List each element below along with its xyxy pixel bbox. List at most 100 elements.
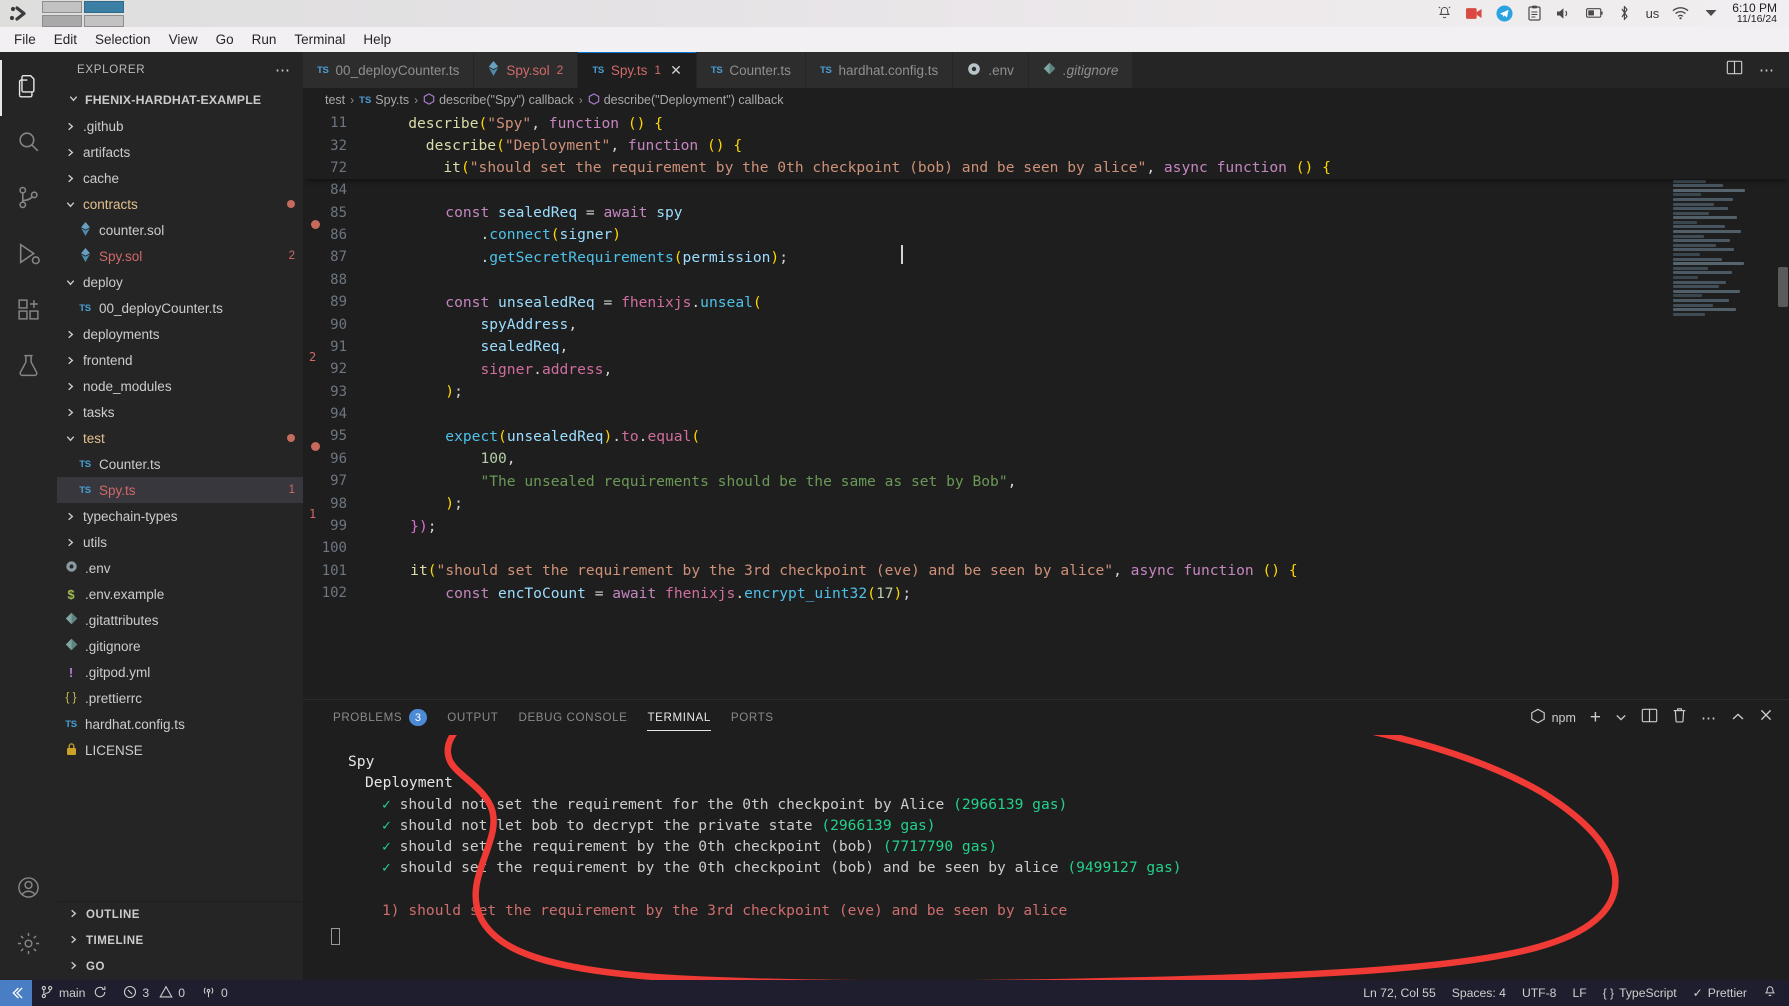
clipboard-icon[interactable] [1526,5,1543,22]
editor-tab-spy-ts[interactable]: TS Spy.ts 1 ✕ [578,52,697,88]
editor-scrollbar[interactable] [1775,112,1789,699]
status-branch[interactable]: main [32,980,115,1006]
breakpoint-glyph[interactable] [311,442,320,451]
split-terminal-icon[interactable] [1641,707,1658,729]
window-tiles-icon[interactable] [42,0,124,27]
tab-close-icon[interactable]: ✕ [670,62,682,79]
menu-view[interactable]: View [161,30,206,49]
code-line[interactable]: 101 it("should set the requirement by th… [303,560,1789,582]
activity-run-debug[interactable] [0,228,57,284]
telegram-icon[interactable] [1496,5,1513,22]
tree-item-counter-sol[interactable]: counter.sol [57,217,303,243]
tree-item-counter-ts[interactable]: TS Counter.ts [57,451,303,477]
tree-item-contracts[interactable]: contracts [57,191,303,217]
code-line[interactable]: 86 .connect(signer) [303,224,1789,246]
menu-run[interactable]: Run [244,30,285,49]
tree-item-utils[interactable]: utils [57,529,303,555]
editor-tab-spy-sol[interactable]: Spy.sol 2 [474,52,579,88]
tree-item-00-deploycounter-ts[interactable]: TS 00_deployCounter.ts [57,295,303,321]
code-line[interactable]: 87 .getSecretRequirements(permission); [303,246,1789,268]
code-line[interactable]: 94 [303,403,1789,425]
tree-item-artifacts[interactable]: artifacts [57,139,303,165]
status-errors[interactable]: 3 0 [115,980,193,1006]
panel-tab-terminal[interactable]: TERMINAL [637,700,720,735]
bluetooth-icon[interactable] [1616,5,1633,22]
tree-item-license[interactable]: LICENSE [57,737,303,763]
panel-more-icon[interactable]: ⋯ [1701,709,1717,727]
tree-item-deployments[interactable]: deployments [57,321,303,347]
tree-item-spy-sol[interactable]: Spy.sol 2 [57,243,303,269]
tree-item-spy-ts[interactable]: TS Spy.ts 1 [57,477,303,503]
code-line[interactable]: 100 [303,537,1789,559]
code-line[interactable]: 98 ); [303,492,1789,514]
maximize-panel-icon[interactable] [1731,709,1745,727]
scrollbar-thumb[interactable] [1778,267,1788,307]
code-line[interactable]: 102 const encToCount = await fhenixjs.en… [303,582,1789,604]
code-line[interactable]: 32 describe("Deployment", function () { [303,134,1789,156]
code-line[interactable]: 96 100, [303,448,1789,470]
terminal-shell-chip[interactable]: npm [1530,708,1576,727]
sidebar-more-actions[interactable]: ⋯ [275,61,291,79]
status-ports[interactable]: 0 [193,980,236,1006]
activity-source-control[interactable] [0,172,57,228]
status-indentation[interactable]: Spaces: 4 [1444,980,1514,1006]
code-line[interactable]: 92 signer.address, [303,358,1789,380]
status-cursor-position[interactable]: Ln 72, Col 55 [1355,980,1444,1006]
panel-tab-ports[interactable]: PORTS [721,700,784,735]
status-notifications[interactable] [1755,980,1789,1006]
menu-go[interactable]: Go [208,30,242,49]
menu-selection[interactable]: Selection [87,30,159,49]
breadcrumb-item[interactable]: describe("Spy") callback [423,92,574,108]
code-line[interactable]: 99 }); [303,515,1789,537]
code-line[interactable]: 91 sealedReq, [303,336,1789,358]
remote-indicator-icon[interactable] [0,980,32,1006]
sidebar-section-outline[interactable]: OUTLINE [57,902,303,928]
code-line[interactable]: 93 ); [303,381,1789,403]
tree-item-deploy[interactable]: deploy [57,269,303,295]
terminal-dropdown-icon[interactable] [1615,709,1627,727]
tree-item-env[interactable]: .env [57,555,303,581]
volume-icon[interactable] [1556,5,1573,22]
editor-tab-00-deploycounter-ts[interactable]: TS 00_deployCounter.ts [303,52,475,88]
tree-item-frontend[interactable]: frontend [57,347,303,373]
editor-tab-env[interactable]: .env [953,52,1029,88]
code-line[interactable]: 89 const unsealedReq = fhenixjs.unseal( [303,291,1789,313]
tree-item-gitpod-yml[interactable]: ! .gitpod.yml [57,659,303,685]
code-lines[interactable]: 84 85 const sealedReq = await spy 86 .conn… [303,179,1789,699]
activity-extensions[interactable] [0,284,57,340]
split-editor-icon[interactable] [1726,59,1743,81]
breakpoint-glyph[interactable] [311,220,320,229]
editor-tab-gitignore[interactable]: .gitignore [1028,52,1134,88]
tree-item-env-example[interactable]: $ .env.example [57,581,303,607]
code-editor[interactable]: 11 describe("Spy", function () {32 describ… [303,112,1789,699]
code-line[interactable]: 72 it("should set the requirement by the … [303,157,1789,179]
code-line[interactable]: 88 [303,269,1789,291]
sidebar-section-go[interactable]: GO [57,954,303,980]
activity-testing[interactable] [0,340,57,396]
activity-settings[interactable] [0,918,57,974]
status-eol[interactable]: LF [1564,980,1594,1006]
keyboard-layout[interactable]: us [1646,6,1660,21]
minimap[interactable] [1673,112,1777,699]
breadcrumb-item[interactable]: TS Spy.ts [359,93,409,107]
kill-terminal-icon[interactable] [1672,707,1687,728]
chevron-down-icon[interactable] [1702,5,1719,22]
close-panel-icon[interactable] [1759,708,1773,727]
breadcrumb-item[interactable]: describe("Deployment") callback [588,92,784,108]
panel-tab-debug-console[interactable]: DEBUG CONSOLE [509,700,638,735]
code-line[interactable]: 85 const sealedReq = await spy [303,201,1789,223]
menu-file[interactable]: File [6,30,44,49]
code-line[interactable]: 97 "The unsealed requirements should be … [303,470,1789,492]
wifi-icon[interactable] [1672,5,1689,22]
editor-tab-hardhat-config-ts[interactable]: TS hardhat.config.ts [805,52,954,88]
tree-item-node-modules[interactable]: node_modules [57,373,303,399]
status-language-mode[interactable]: { } TypeScript [1595,980,1685,1006]
menu-terminal[interactable]: Terminal [286,30,353,49]
tree-item-github[interactable]: .github [57,113,303,139]
activity-accounts[interactable] [0,862,57,918]
code-line[interactable]: 11 describe("Spy", function () { [303,112,1789,134]
tree-item-hardhat-config-ts[interactable]: TS hardhat.config.ts [57,711,303,737]
tree-item-tasks[interactable]: tasks [57,399,303,425]
breadcrumb-item[interactable]: test [325,93,345,107]
panel-tab-problems[interactable]: PROBLEMS 3 [323,700,437,735]
